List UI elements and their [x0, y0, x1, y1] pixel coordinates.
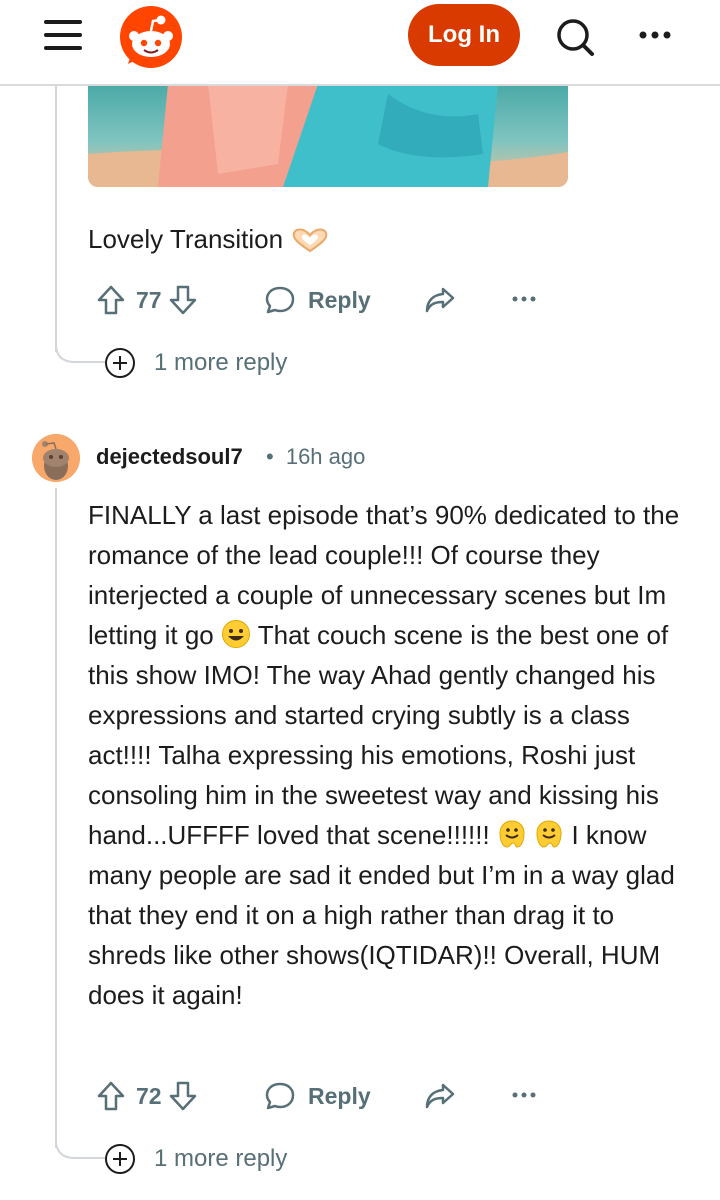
menu-icon[interactable] — [44, 18, 84, 52]
heart-hands-icon — [292, 228, 328, 253]
avatar[interactable] — [32, 434, 80, 482]
comment-text-part2: That couch scene is the best one of this… — [88, 620, 669, 850]
more-replies-link[interactable]: 1 more reply — [104, 345, 287, 381]
more-replies-link[interactable]: 1 more reply — [104, 1141, 287, 1177]
vote-group: 72 — [96, 1071, 198, 1121]
reply-button[interactable]: Reply — [264, 275, 371, 325]
upvote-icon[interactable] — [96, 284, 126, 316]
more-replies-label: 1 more reply — [154, 1145, 288, 1172]
vote-count: 77 — [136, 286, 162, 313]
comment-author[interactable]: dejectedsoul7 — [96, 444, 243, 470]
reddit-logo[interactable] — [118, 6, 184, 72]
comment-body: FINALLY a last episode that’s 90% dedica… — [88, 495, 688, 1015]
thread-branch — [55, 330, 105, 363]
search-icon[interactable] — [554, 16, 596, 58]
comment-actions: 77 Reply — [88, 275, 548, 325]
login-button[interactable]: Log In — [408, 4, 520, 66]
top-app-bar: Log In — [0, 0, 720, 86]
reply-button[interactable]: Reply — [264, 1071, 371, 1121]
comment-bubble-icon — [265, 1082, 295, 1110]
share-icon[interactable] — [424, 1081, 456, 1111]
more-replies-label: 1 more reply — [154, 349, 288, 376]
more-options-icon[interactable] — [512, 295, 536, 303]
share-icon[interactable] — [424, 285, 456, 315]
plus-circle-icon — [105, 348, 135, 378]
comment-text: Lovely Transition — [88, 224, 284, 254]
more-options-icon[interactable] — [512, 1091, 536, 1099]
thread-line — [55, 84, 57, 352]
comment-bubble-icon — [265, 286, 295, 314]
melting-face-icon — [499, 820, 525, 848]
reply-label: Reply — [308, 1082, 371, 1109]
downvote-icon[interactable] — [168, 1080, 198, 1112]
thread-line — [55, 488, 57, 1148]
plus-circle-icon — [105, 1144, 135, 1174]
melting-face-icon — [536, 820, 562, 848]
comment-actions: 72 Reply — [88, 1071, 548, 1121]
grinning-face-icon — [221, 620, 250, 648]
comment-body: Lovely Transition — [88, 219, 330, 259]
overflow-menu-icon[interactable] — [638, 28, 674, 42]
comment-timestamp: 16h ago — [285, 444, 366, 469]
vote-count: 72 — [136, 1082, 162, 1109]
reply-label: Reply — [308, 286, 371, 313]
thread-branch — [55, 1126, 105, 1159]
snoo-avatar-icon — [32, 434, 80, 482]
meta-separator: • — [266, 444, 274, 469]
upvote-icon[interactable] — [96, 1080, 126, 1112]
post-media-image[interactable] — [88, 84, 568, 187]
downvote-icon[interactable] — [168, 284, 198, 316]
vote-group: 77 — [96, 275, 198, 325]
comment-meta: • 16h ago — [266, 444, 365, 470]
